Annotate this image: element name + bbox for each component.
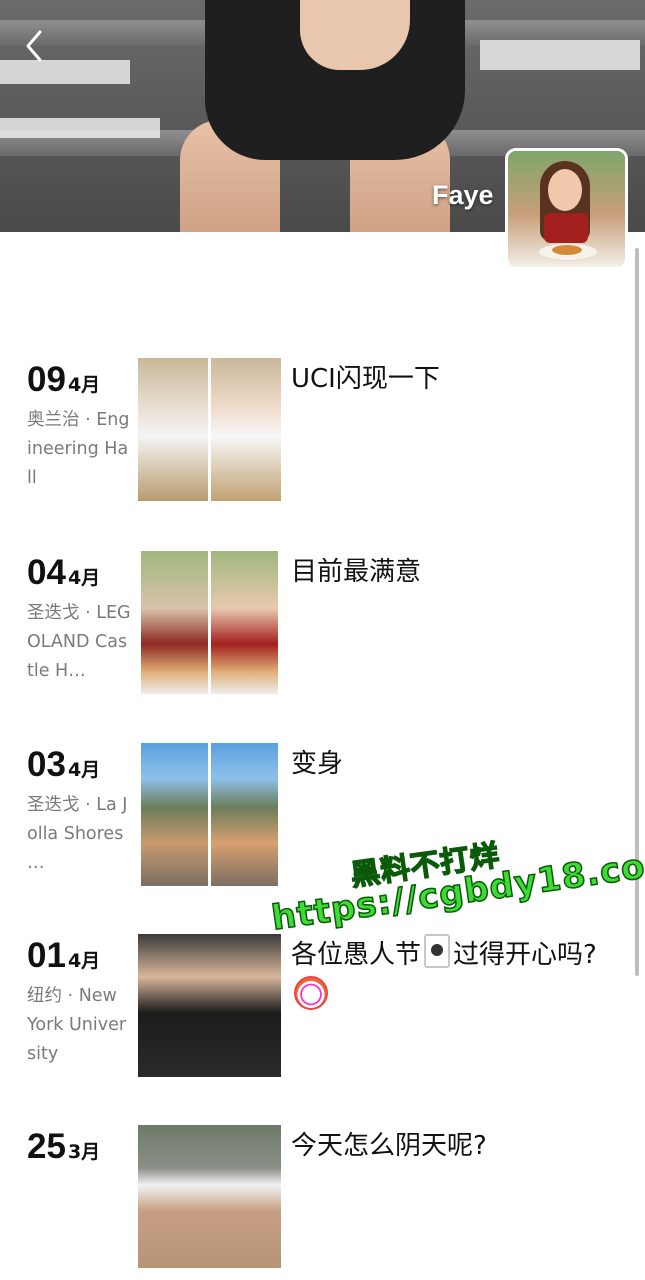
timeline-post[interactable]: 25 3月 今天怎么阴天呢? — [0, 1125, 630, 1270]
post-date: 03 4月 — [27, 745, 100, 785]
post-photos[interactable] — [138, 1125, 281, 1268]
post-photos[interactable] — [138, 934, 281, 1077]
post-location-text: 纽约 · New York University — [27, 986, 127, 1064]
post-day: 25 — [27, 1127, 66, 1166]
profile-avatar[interactable] — [508, 151, 625, 267]
avatar-figure — [548, 169, 582, 211]
post-month: 4月 — [67, 567, 101, 589]
post-photo — [211, 551, 278, 694]
cover-light-patch — [0, 118, 160, 138]
post-location[interactable]: 奥兰治 · Engineering Hall — [27, 406, 131, 493]
post-date: 04 4月 — [27, 553, 100, 593]
post-caption-text: 过得开心吗? — [453, 940, 597, 970]
post-photo — [138, 934, 281, 1077]
post-photos[interactable] — [138, 358, 281, 501]
post-photo — [211, 358, 281, 501]
post-day: 04 — [27, 553, 66, 592]
post-date: 01 4月 — [27, 936, 100, 976]
post-photos[interactable] — [138, 743, 281, 886]
post-location-text: 奥兰治 · Engineering Hall — [27, 410, 130, 488]
cover-light-patch — [480, 40, 640, 70]
post-month: 4月 — [67, 374, 101, 396]
post-location[interactable]: 圣迭戈 · LEGOLAND Castle H… — [27, 599, 131, 686]
post-location-text: 圣迭戈 · La Jolla Shores … — [27, 795, 128, 873]
post-date: 09 4月 — [27, 360, 100, 400]
post-caption-text: 各位愚人节 — [291, 940, 422, 970]
post-caption: 变身 — [291, 749, 344, 779]
timeline-post[interactable]: 01 4月 纽约 · New York University 各位愚人节 过得开心吗… — [0, 934, 630, 1079]
post-caption: 各位愚人节 过得开心吗? — [291, 934, 601, 1018]
post-photos[interactable] — [138, 551, 281, 694]
chevron-left-icon — [26, 30, 42, 62]
avatar-figure — [544, 213, 588, 243]
post-month: 3月 — [67, 1141, 101, 1163]
post-photo — [138, 358, 208, 501]
back-button[interactable] — [20, 28, 50, 64]
avatar-food — [552, 245, 582, 255]
post-location[interactable]: 圣迭戈 · La Jolla Shores … — [27, 791, 131, 878]
post-location-text: 圣迭戈 · LEGOLAND Castle H… — [27, 603, 131, 681]
post-date: 25 3月 — [27, 1127, 100, 1167]
clown-face-icon — [294, 976, 328, 1010]
post-month: 4月 — [67, 950, 101, 972]
joker-card-icon — [424, 934, 451, 968]
post-caption: 目前最满意 — [291, 557, 422, 587]
owner-name[interactable]: Faye — [432, 180, 494, 211]
post-location[interactable]: 纽约 · New York University — [27, 982, 131, 1069]
post-photo — [141, 551, 208, 694]
post-day: 03 — [27, 745, 66, 784]
post-caption: 今天怎么阴天呢? — [291, 1131, 487, 1161]
post-photo — [141, 743, 208, 886]
post-caption: UCI闪现一下 — [291, 364, 440, 394]
timeline-post[interactable]: 04 4月 圣迭戈 · LEGOLAND Castle H… 目前最满意 — [0, 551, 630, 696]
timeline-post[interactable]: 09 4月 奥兰治 · Engineering Hall UCI闪现一下 — [0, 358, 630, 503]
post-month: 4月 — [67, 759, 101, 781]
post-day: 09 — [27, 360, 66, 399]
post-day: 01 — [27, 936, 66, 975]
post-photo — [138, 1125, 281, 1268]
post-photo — [211, 743, 278, 886]
